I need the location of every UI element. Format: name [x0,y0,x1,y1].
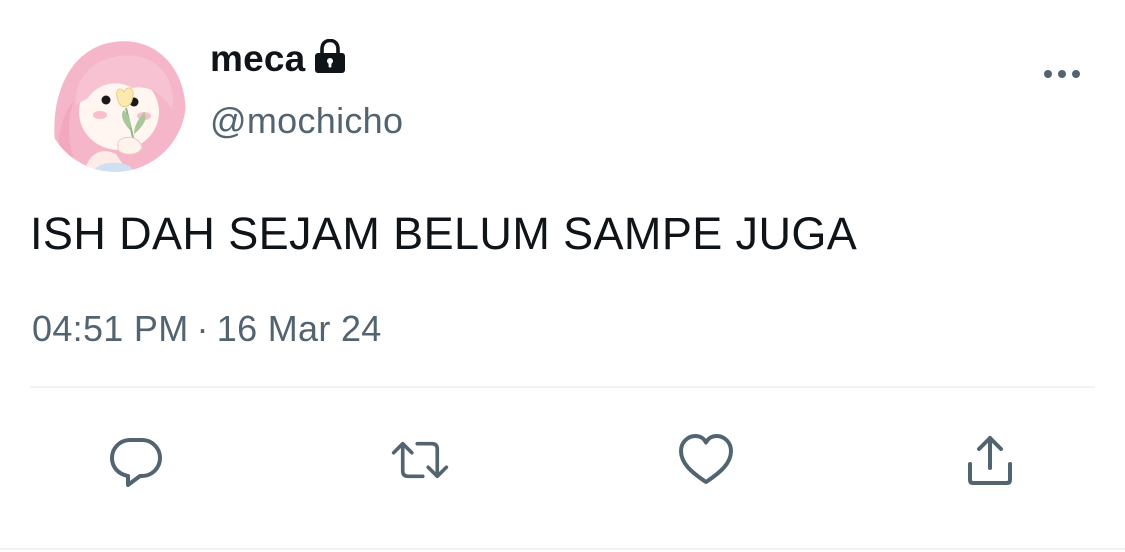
tweet-text: ISH DAH SEJAM BELUM SAMPE JUGA [30,208,858,259]
lock-icon [313,38,347,75]
tweet-time: 04:51 PM [32,308,189,349]
heart-icon [679,434,733,484]
tweet-timestamp[interactable]: 04:51 PM · 16 Mar 24 [32,308,382,350]
avatar-illustration [44,30,186,172]
like-button[interactable] [676,430,736,490]
retweet-button[interactable] [390,430,450,490]
divider [30,386,1095,388]
display-name-row: meca [210,36,403,82]
share-icon [968,436,1012,485]
user-names: meca @mochicho [210,36,403,142]
share-button[interactable] [960,430,1020,490]
avatar[interactable] [44,30,186,172]
more-options-icon[interactable] [1038,58,1086,90]
bottom-divider [0,548,1125,550]
action-bar [0,430,1125,490]
reply-button[interactable] [106,430,166,490]
reply-icon [110,438,162,487]
user-handle[interactable]: @mochicho [210,100,403,142]
retweet-icon [391,441,449,479]
display-name[interactable]: meca [210,38,305,80]
timestamp-separator: · [196,308,209,349]
tweet-date: 16 Mar 24 [216,308,382,349]
tweet: meca @mochicho ISH DAH SEJAM BELUM SAMPE… [0,0,1125,552]
